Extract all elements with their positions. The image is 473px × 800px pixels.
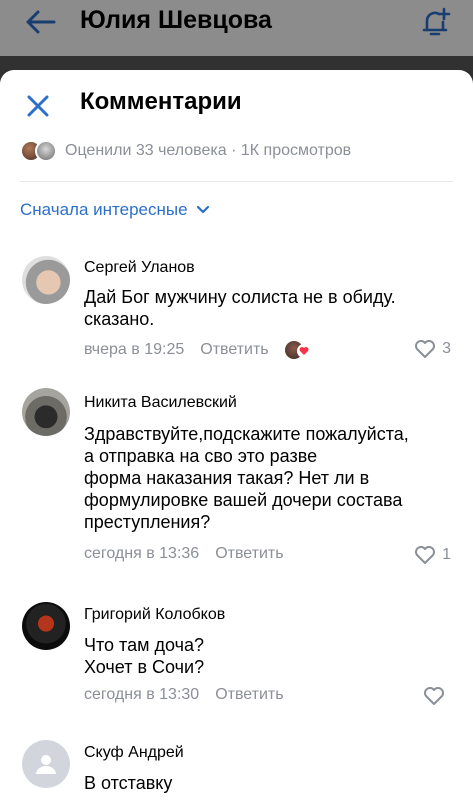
- chevron-down-icon: [196, 205, 209, 214]
- reactor-avatar: [35, 140, 57, 162]
- like-button[interactable]: 1: [414, 545, 451, 565]
- like-count: 1: [442, 546, 451, 563]
- reactions-summary[interactable]: Оценили 33 человека · 1К просмотров: [20, 138, 351, 164]
- comment-text: Что там доча? Хочет в Сочи?: [84, 635, 205, 677]
- heart-outline-icon: [424, 687, 444, 705]
- comment-text: В отставку: [84, 773, 173, 793]
- sort-label: Сначала интересные: [20, 200, 188, 219]
- reply-button[interactable]: Ответить: [200, 341, 268, 359]
- avatar[interactable]: [22, 602, 70, 650]
- reply-button[interactable]: Ответить: [215, 545, 283, 563]
- comment-author[interactable]: Скуф Андрей: [84, 744, 184, 762]
- comment-meta: вчера в 19:25 Ответить: [84, 339, 311, 361]
- reaction-badge[interactable]: [284, 339, 311, 361]
- user-placeholder-icon: [36, 755, 56, 774]
- reaction-heart-icon: [296, 344, 311, 358]
- divider: [20, 181, 453, 182]
- comment-time: сегодня в 13:30: [84, 686, 200, 703]
- comment-meta: сегодня в 13:30 Ответить: [84, 686, 284, 704]
- heart-outline-icon: [415, 546, 436, 564]
- stats-text: Оценили 33 человека · 1К просмотров: [65, 142, 352, 159]
- comment-text: Дай Бог мужчину солиста не в обиду. сказ…: [84, 287, 396, 329]
- avatar[interactable]: [22, 256, 70, 304]
- avatar[interactable]: [22, 740, 70, 788]
- comment-time: сегодня в 13:36: [84, 545, 200, 562]
- comment-text: Здравствуйте,подскажите пожалуйста, а от…: [84, 424, 409, 532]
- comment-meta: сегодня в 13:36 Ответить: [84, 545, 284, 563]
- close-icon[interactable]: [24, 92, 52, 120]
- comment-time: вчера в 19:25: [84, 341, 185, 358]
- heart-outline-icon: [415, 340, 436, 358]
- sheet-title: Комментарии: [80, 88, 242, 115]
- sheet-header: Комментарии: [0, 70, 473, 140]
- sort-dropdown[interactable]: Сначала интересные: [20, 200, 210, 220]
- comment-author[interactable]: Никита Василевский: [84, 394, 237, 412]
- avatar[interactable]: [22, 388, 70, 436]
- like-count: 3: [442, 340, 451, 357]
- comments-sheet: Комментарии Оценили 33 человека · 1К про…: [0, 70, 473, 800]
- like-button[interactable]: 3: [414, 339, 451, 359]
- reply-button[interactable]: Ответить: [215, 686, 283, 704]
- comment-author[interactable]: Григорий Колобков: [84, 606, 225, 624]
- comment-author[interactable]: Сергей Уланов: [84, 259, 195, 277]
- like-button[interactable]: [423, 686, 451, 706]
